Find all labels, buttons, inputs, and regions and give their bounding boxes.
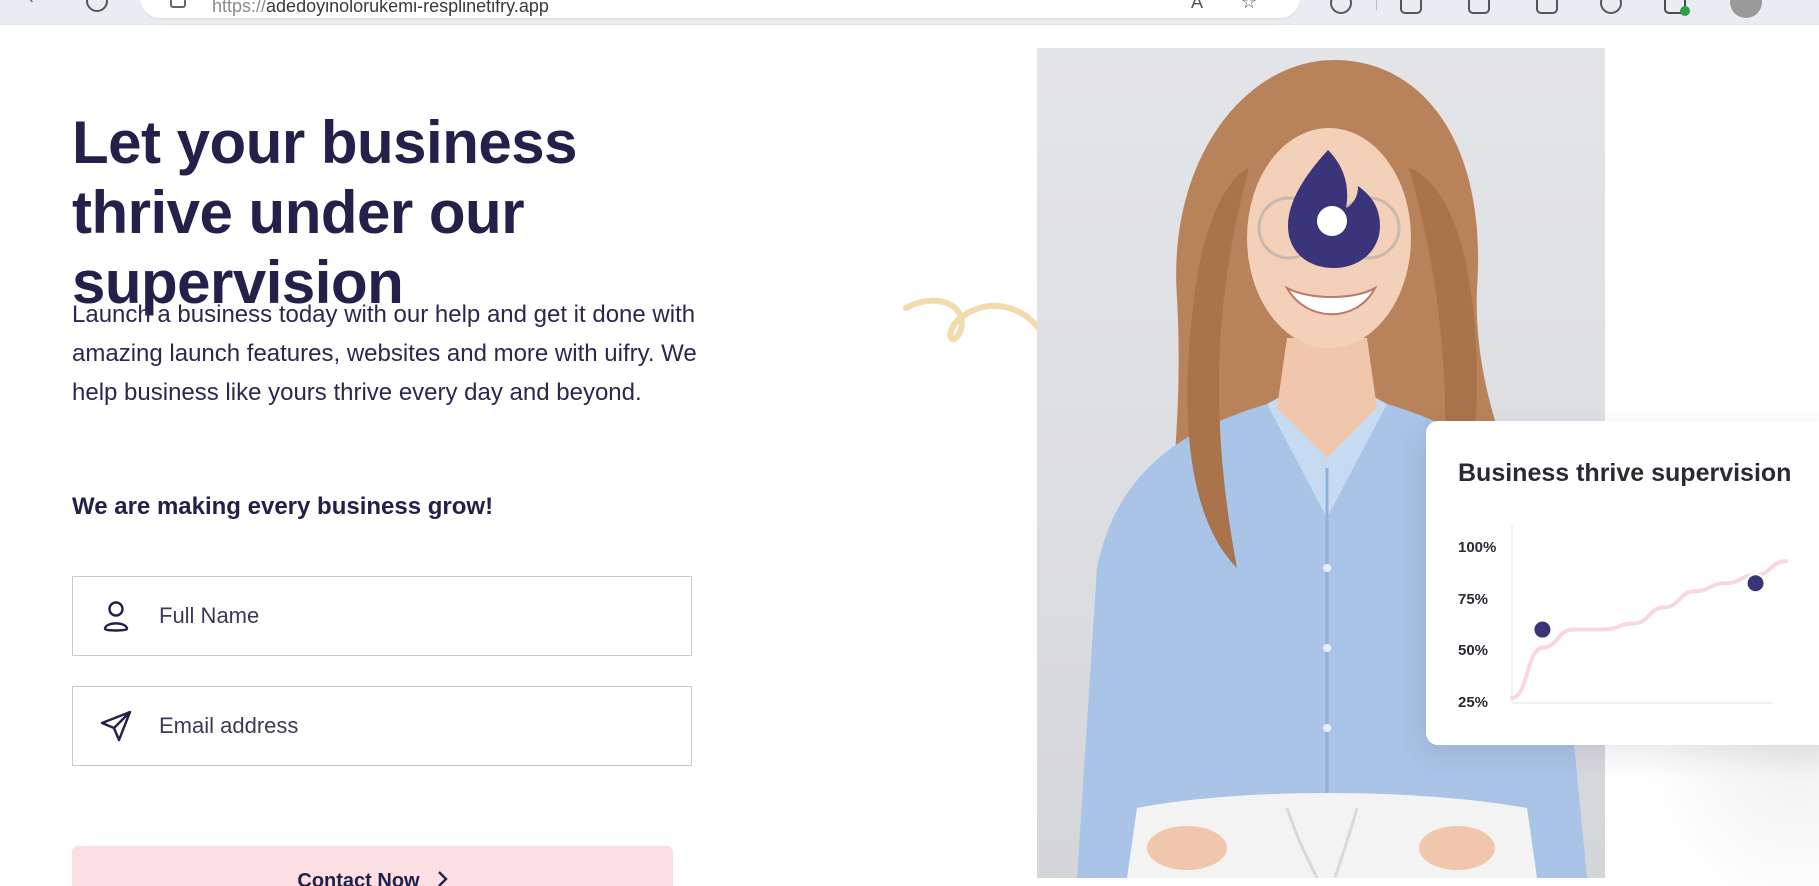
copilot-icon[interactable]	[1664, 0, 1690, 16]
email-field[interactable]	[72, 686, 692, 766]
growth-line-chart	[1510, 525, 1788, 704]
hero-title: Let your business thrive under our super…	[72, 109, 577, 316]
email-input[interactable]	[159, 713, 639, 739]
flame-logo-icon	[1288, 150, 1380, 268]
address-bar[interactable]: https://adedoyinolorukemi-resplinetifry.…	[140, 0, 1300, 18]
chevron-right-icon	[436, 870, 448, 886]
contact-now-button[interactable]: Contact Now	[72, 846, 673, 886]
full-name-field[interactable]	[72, 576, 692, 656]
hero-description: Launch a business today with our help an…	[72, 301, 697, 406]
data-point-1	[1532, 619, 1553, 640]
extensions-icon[interactable]	[1330, 0, 1352, 14]
split-screen-icon[interactable]	[1400, 0, 1422, 14]
stats-card: Business thrive supervision 100% 75% 50%…	[1426, 421, 1819, 745]
favorites-bar-icon[interactable]	[1468, 0, 1490, 14]
series-line	[1510, 559, 1788, 700]
read-aloud-icon[interactable]: A	[1186, 0, 1208, 14]
user-icon	[73, 576, 159, 656]
contact-now-label: Contact Now	[297, 870, 420, 886]
collections-icon[interactable]	[1536, 0, 1558, 14]
browser-toolbar: ‹ https://adedoyinolorukemi-resplinetifr…	[0, 0, 1819, 24]
profile-avatar[interactable]	[1730, 0, 1762, 18]
page-divider	[0, 24, 1819, 25]
url-text: https://adedoyinolorukemi-resplinetifry.…	[212, 0, 549, 16]
toolbar-divider	[1376, 0, 1377, 10]
browser-essentials-icon[interactable]	[1600, 0, 1622, 14]
data-point-2	[1745, 573, 1766, 594]
status-dot	[1680, 6, 1690, 16]
favorite-icon[interactable]: ☆	[1238, 0, 1260, 14]
refresh-icon[interactable]	[86, 0, 108, 12]
back-icon[interactable]: ‹	[20, 0, 42, 12]
hero-tagline: We are making every business grow!	[72, 493, 494, 520]
send-icon	[73, 686, 159, 766]
full-name-input[interactable]	[159, 603, 639, 629]
site-info-icon[interactable]	[170, 0, 186, 8]
